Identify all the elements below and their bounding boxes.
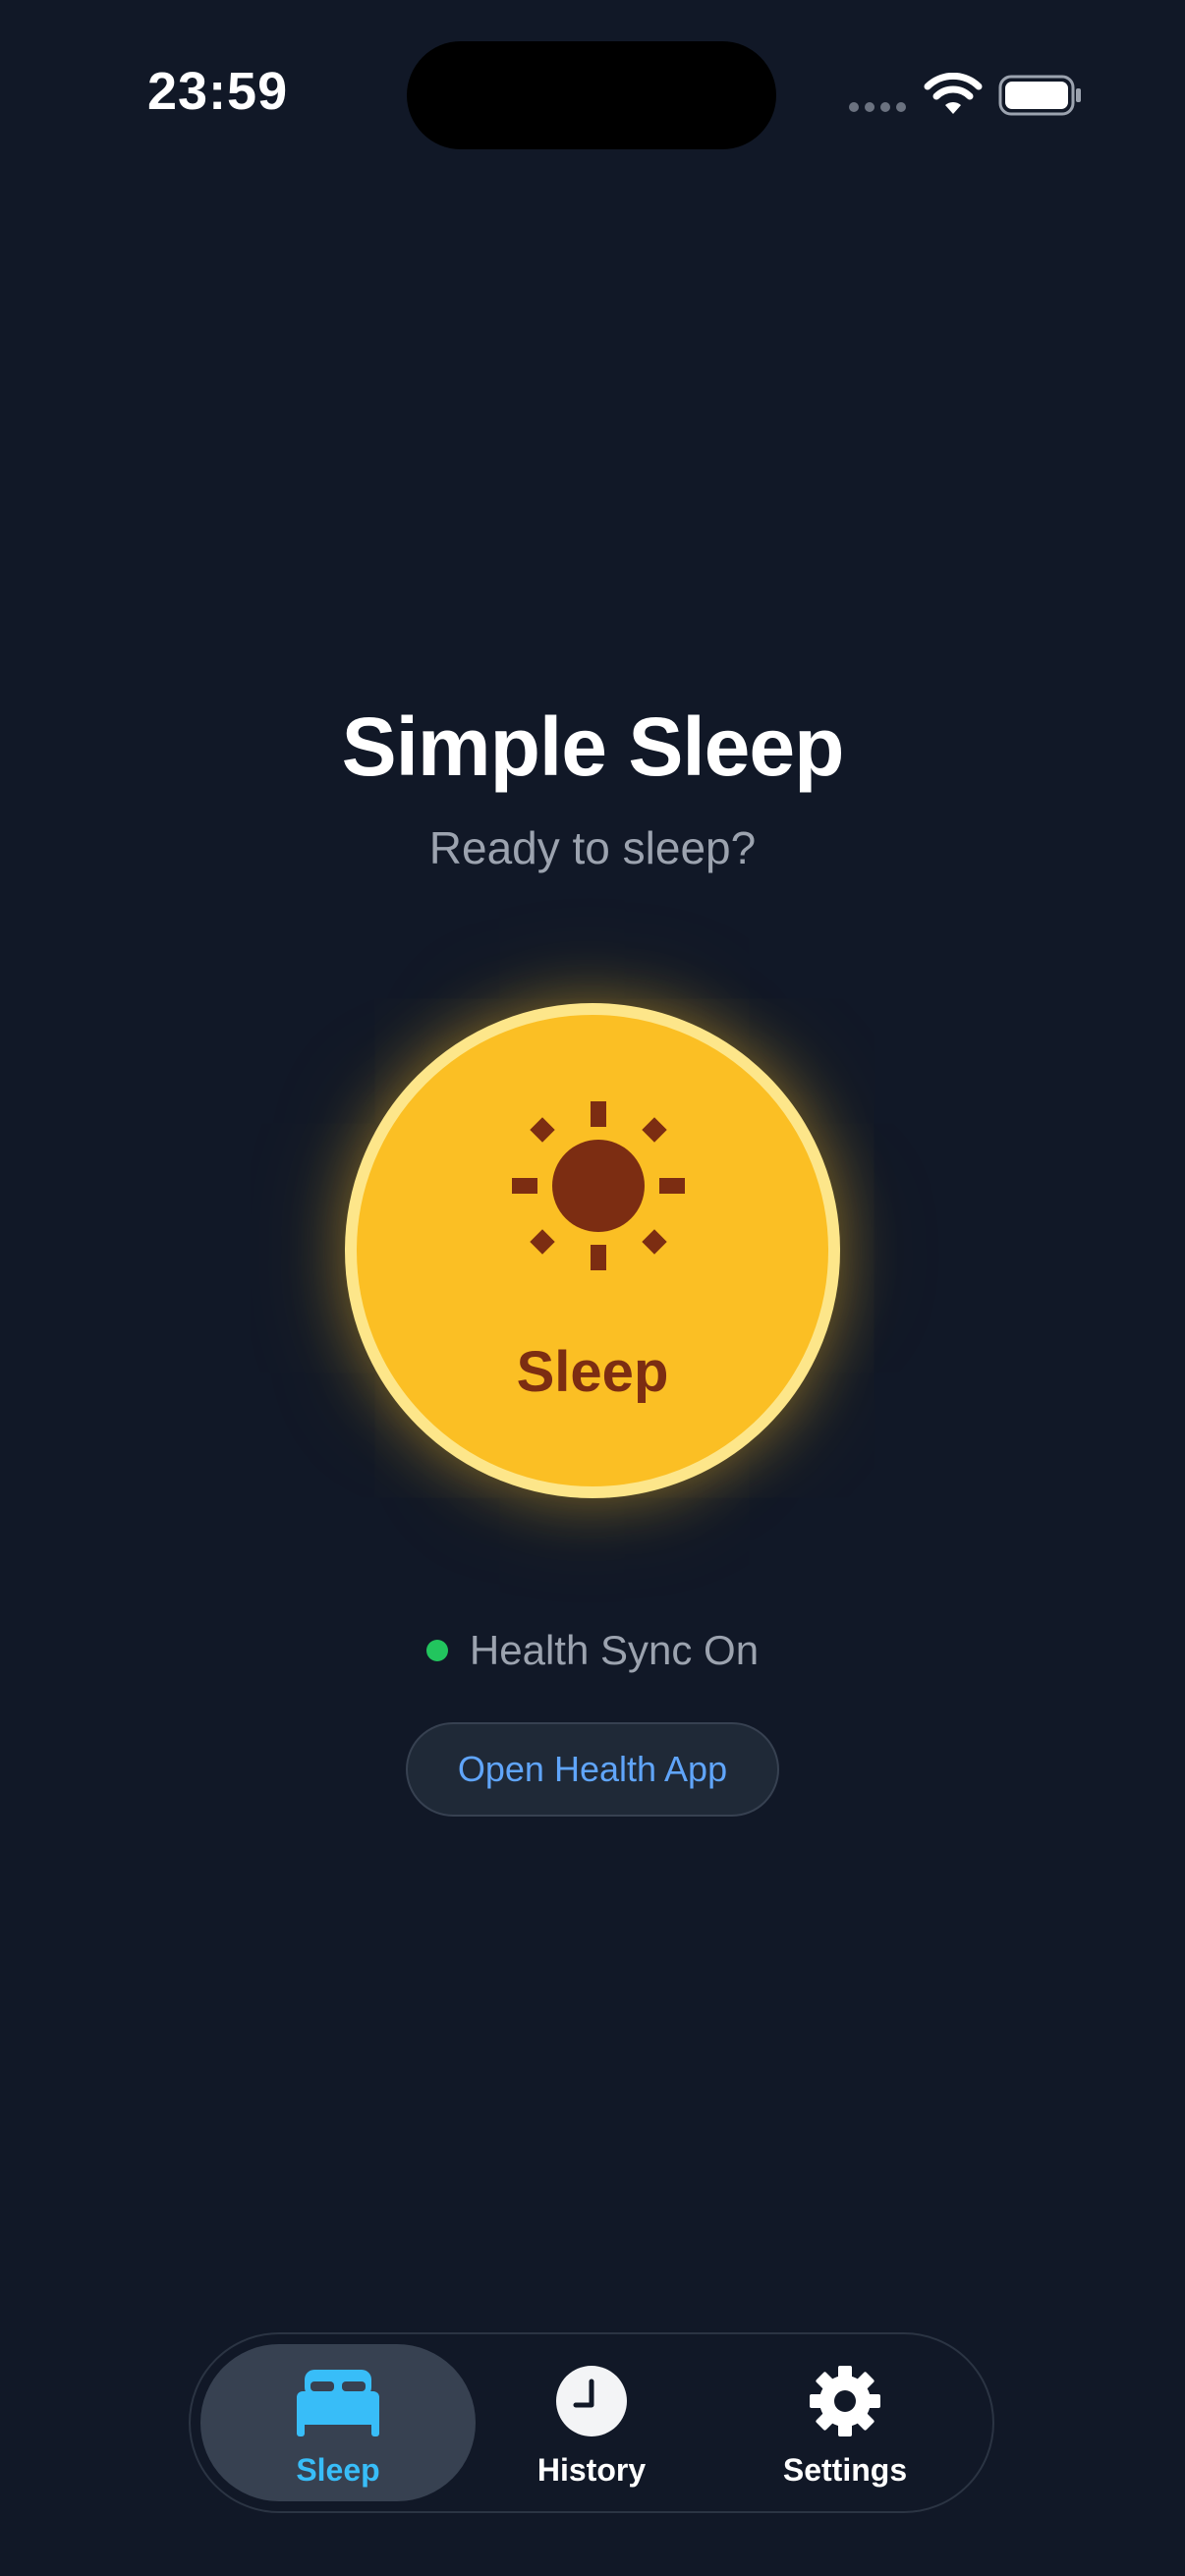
open-health-app-button[interactable]: Open Health App: [406, 1722, 779, 1817]
sync-status-text: Health Sync On: [469, 1627, 760, 1673]
gear-icon: [810, 2366, 880, 2436]
tab-settings[interactable]: Settings: [707, 2344, 983, 2501]
clock-icon: [556, 2366, 627, 2436]
battery-icon: [998, 75, 1081, 116]
sync-status-dot: [425, 1640, 448, 1661]
page-title: Simple Sleep: [341, 700, 845, 793]
sleep-button-label: Sleep: [516, 1340, 669, 1404]
wifi-icon: [924, 73, 983, 114]
tab-settings-label: Settings: [782, 2452, 908, 2488]
dynamic-island: [407, 41, 776, 149]
cellular-signal-icon: [849, 102, 906, 112]
tab-sleep-label: Sleep: [296, 2452, 380, 2488]
bed-icon: [297, 2370, 379, 2436]
sleep-button[interactable]: Sleep: [345, 1003, 840, 1498]
tab-history-label: History: [536, 2452, 647, 2488]
sun-icon: [512, 1101, 685, 1270]
tab-sleep[interactable]: Sleep: [200, 2344, 476, 2501]
health-sync-status: Health Sync On: [0, 1627, 1185, 1674]
tab-bar: Sleep History Settings: [189, 2332, 994, 2513]
page-subtitle: Ready to sleep?: [428, 822, 757, 873]
status-time: 23:59: [147, 62, 289, 121]
tab-history[interactable]: History: [454, 2344, 729, 2501]
